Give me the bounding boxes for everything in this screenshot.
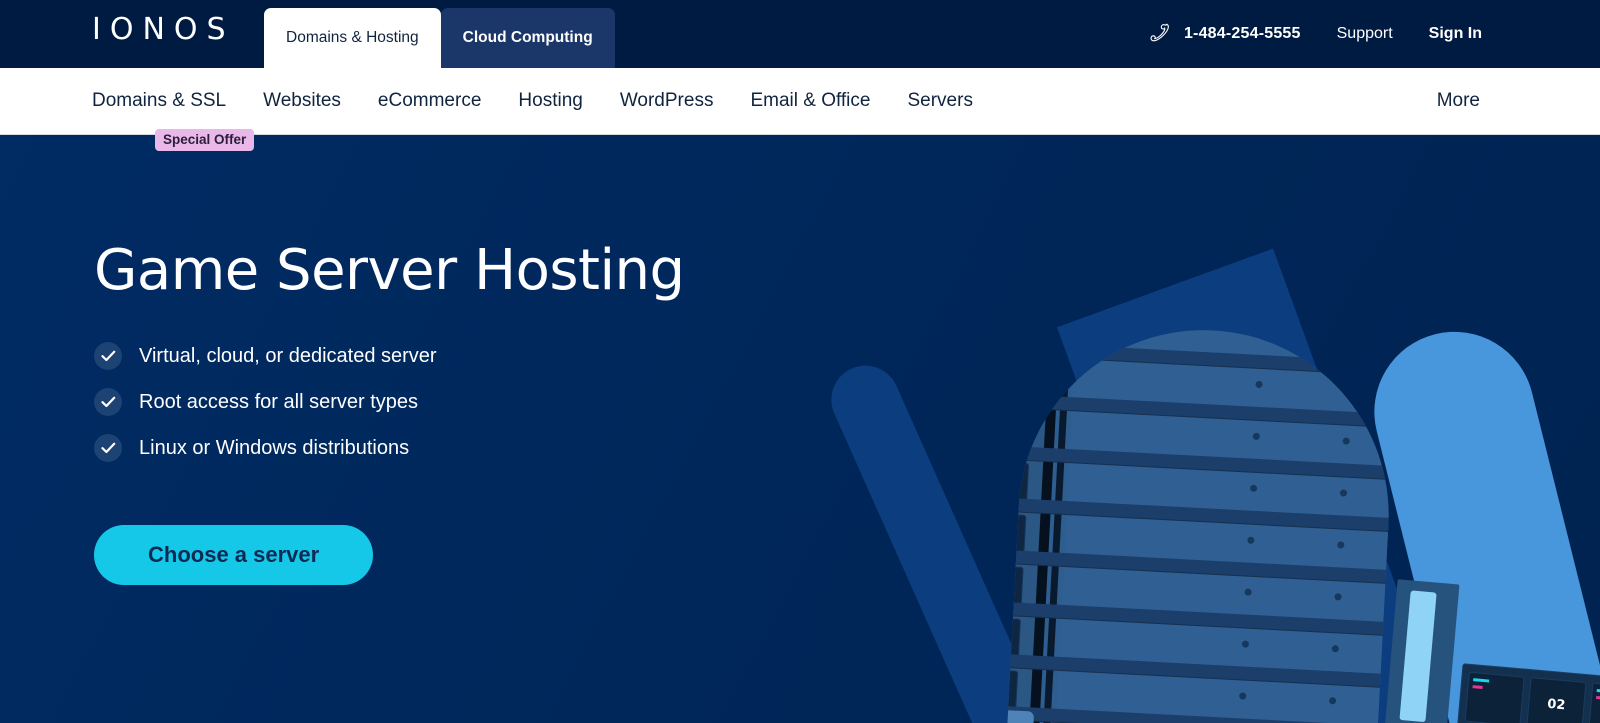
- page-title: Game Server Hosting: [94, 238, 685, 303]
- header-tab-group: Domains & Hosting Cloud Computing: [264, 8, 615, 68]
- rack-photo-mask: [991, 320, 1399, 723]
- feature-text: Virtual, cloud, or dedicated server: [139, 345, 437, 367]
- list-item: Root access for all server types: [94, 388, 854, 416]
- sign-in-link[interactable]: Sign In: [1429, 25, 1482, 43]
- phone-contact[interactable]: 1-484-254-5555: [1150, 21, 1301, 47]
- list-item: Virtual, cloud, or dedicated server: [94, 342, 854, 370]
- hero-feature-list: Virtual, cloud, or dedicated server Root…: [94, 342, 854, 462]
- check-icon: [94, 434, 122, 462]
- nav-item-more[interactable]: More: [1437, 68, 1480, 134]
- nav-item-ecommerce[interactable]: eCommerce: [378, 68, 481, 134]
- hero-section: 02 05 06 07 Game Server Hosting Virtual,…: [0, 135, 1600, 723]
- phone-number[interactable]: 1-484-254-5555: [1184, 25, 1301, 43]
- choose-a-server-button[interactable]: Choose a server: [94, 525, 374, 585]
- tab-cloud-computing[interactable]: Cloud Computing: [440, 8, 615, 68]
- ionos-logo[interactable]: IONOS: [92, 13, 235, 47]
- main-nav-items: Domains & SSL Websites eCommerce Hosting…: [92, 68, 1010, 134]
- top-header-bar: IONOS Domains & Hosting Cloud Computing …: [0, 0, 1600, 68]
- support-link[interactable]: Support: [1337, 25, 1393, 43]
- tab-domains-and-hosting[interactable]: Domains & Hosting: [264, 8, 441, 68]
- nav-item-hosting[interactable]: Hosting: [518, 68, 582, 134]
- main-navigation-bar: Special Offer Domains & SSL Websites eCo…: [0, 68, 1600, 151]
- rack-lower-cluster: 02 05 06 07: [1373, 579, 1600, 723]
- nav-item-servers[interactable]: Servers: [907, 68, 972, 134]
- nav-item-websites[interactable]: Websites: [263, 68, 341, 134]
- header-utility-links: 1-484-254-5555 Support Sign In: [1150, 0, 1482, 68]
- nav-item-email-office[interactable]: Email & Office: [750, 68, 870, 134]
- special-offer-badge: Special Offer: [155, 129, 255, 151]
- check-icon: [94, 342, 122, 370]
- feature-text: Linux or Windows distributions: [139, 437, 410, 459]
- hero-content: Game Server Hosting Virtual, cloud, or d…: [94, 240, 854, 585]
- phone-handset-icon: [1150, 21, 1172, 47]
- list-item: Linux or Windows distributions: [94, 434, 854, 462]
- check-icon: [94, 388, 122, 416]
- server-label-02: 02: [1526, 677, 1587, 723]
- feature-text: Root access for all server types: [139, 391, 418, 413]
- nav-item-domains-ssl[interactable]: Domains & SSL: [92, 68, 226, 134]
- nav-item-wordpress[interactable]: WordPress: [620, 68, 714, 134]
